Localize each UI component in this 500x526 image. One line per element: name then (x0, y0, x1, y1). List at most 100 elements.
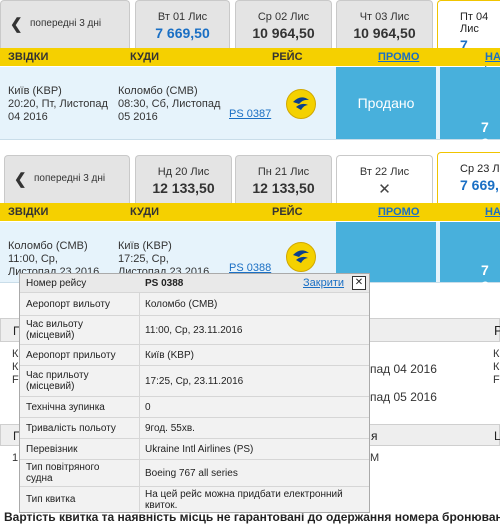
row-value: 0 (145, 402, 151, 413)
departure-city: Київ (KBP) (8, 85, 62, 97)
summary-rows-right: К К F (493, 348, 500, 387)
tab-price: 7 669, (460, 177, 499, 193)
row-letter: К (12, 361, 19, 373)
tab-date: Ср 02 Лис (257, 11, 310, 23)
promo-link[interactable]: ПРОМО (378, 51, 419, 63)
popup-row: Тип квитка На цей рейс можна придбати ел… (20, 486, 369, 513)
popup-title-label: Номер рейсу (26, 278, 87, 289)
row-value: Коломбо (CMB) (145, 299, 218, 310)
inbound-prev-days-button[interactable]: ❮ попередні 3 дні (4, 155, 130, 203)
popup-row: Тривалість польоту 9год. 55хв. (20, 417, 369, 439)
date-tab-nov-20[interactable]: Нд 20 Лис 12 133,50 (135, 155, 232, 203)
row-letter: F (12, 374, 19, 386)
outbound-prev-days-button[interactable]: ❮ попередні 3 дні (0, 0, 130, 48)
row-label: Тип квитка (26, 494, 76, 505)
departure-time: 20:20, Пт, Листопад (8, 98, 108, 110)
row-letter: 1 (12, 452, 19, 464)
popup-row: Час прильоту (місцевий) 17:25, Ср, 23.11… (20, 365, 369, 397)
close-icon[interactable]: ✕ (352, 276, 366, 290)
summary-rows-left: К К F (12, 348, 19, 387)
row-value: На цей рейс можна придбати електронний к… (145, 489, 343, 511)
date-tab-nov-23-selected[interactable]: Ср 23 Л 7 669, (437, 152, 500, 203)
col-flight-header: РЕЙС (272, 206, 303, 218)
fare-price: 7 6 (481, 119, 489, 151)
fare-price: 7 6 (481, 262, 489, 294)
tab-date: Пн 21 Лис (257, 166, 310, 178)
arrival-date: 05 2016 (118, 111, 158, 123)
row-value: 11:00, Ср, 23.11.2016 (145, 325, 243, 336)
col-from-header: ЗВІДКИ (8, 51, 49, 63)
departure-city: Коломбо (CMB) (8, 240, 88, 252)
date-tab-nov-02[interactable]: Ср 02 Лис 10 964,50 (235, 0, 332, 48)
arrival-time: 17:25, Ср, (118, 253, 169, 265)
prev-days-label: попередні 3 дні (34, 173, 106, 184)
tab-price: 12 133,50 (252, 180, 315, 196)
date-tab-nov-01[interactable]: Вт 01 Лис 7 669,50 (135, 0, 230, 48)
promo-link[interactable]: ПРОМО (378, 206, 419, 218)
tab-date: Вт 01 Лис (157, 11, 208, 23)
row-letter: К (493, 348, 500, 360)
airline-logo-icon (286, 242, 316, 272)
col-flight-header: РЕЙС (272, 51, 303, 63)
arrival-time: 08:30, Сб, Листопад (118, 98, 221, 110)
row-label: Тривалість польоту (26, 423, 116, 434)
tab-date: Нд 20 Лис (157, 166, 210, 178)
departure-date: 04 2016 (8, 111, 48, 123)
row-letter: М (370, 452, 380, 464)
popup-flight-number: PS 0388 (145, 278, 184, 289)
arrival-city: Київ (KBP) (118, 240, 172, 252)
popup-row: Перевізник Ukraine Intl Airlines (PS) (20, 438, 369, 460)
summary-col-letter: L (494, 429, 500, 443)
row-label: Перевізник (26, 444, 78, 455)
date-tab-nov-03[interactable]: Чт 03 Лис 10 964,50 (336, 0, 433, 48)
row-label: Технічна зупинка (26, 402, 105, 413)
tab-price: 10 964,50 (252, 25, 315, 41)
row-label: Тип повітряного судна (26, 462, 100, 484)
close-link[interactable]: Закрити (303, 277, 344, 289)
row-letter: К (493, 361, 500, 373)
chevron-left-icon: ❮ (14, 171, 27, 188)
sold-out-cell: Продано (336, 67, 436, 139)
popup-row: Аеропорт прильоту Київ (KBP) (20, 344, 369, 366)
popup-row: Аеропорт вильоту Коломбо (CMB) (20, 292, 369, 316)
outbound-arrival: Коломбо (CMB) 08:30, Сб, Листопад 05 201… (118, 85, 220, 124)
tab-price: 7 669,50 (155, 25, 210, 41)
tab-price: 10 964,50 (353, 25, 416, 41)
tab-date: Чт 03 Лис (359, 11, 410, 23)
tab-date: Вт 22 Лис (359, 166, 410, 178)
extra-header-link[interactable]: НА (485, 206, 500, 218)
date-tab-nov-21[interactable]: Пн 21 Лис 12 133,50 (235, 155, 332, 203)
fare-price-cell[interactable]: 7 6 (440, 67, 500, 151)
row-label: Аеропорт прильоту (26, 350, 116, 361)
outbound-header-bar: ЗВІДКИ КУДИ РЕЙС ПРОМО НА (0, 48, 500, 66)
row-label: Час прильоту (місцевий) (26, 370, 89, 392)
prev-days-label: попередні 3 дні (30, 18, 102, 29)
tab-date: Пт 04 Лис (460, 11, 489, 35)
summary-date: пад 04 2016 (370, 362, 437, 376)
row-label: Аеропорт вильоту (26, 299, 111, 310)
tab-date: Ср 23 Л (460, 163, 500, 175)
row-letter: F (493, 374, 500, 386)
inbound-header-bar: ЗВІДКИ КУДИ РЕЙС ПРОМО НА (0, 203, 500, 221)
row-value: Київ (KBP) (145, 350, 194, 361)
flight-number-link[interactable]: PS 0387 (229, 108, 271, 120)
unavailable-x-icon: ✕ (378, 181, 391, 198)
flight-details-popup: Номер рейсу PS 0388 Закрити ✕ Аеропорт в… (19, 273, 370, 513)
date-tab-nov-04-selected[interactable]: Пт 04 Лис 7 669,5 (437, 0, 500, 69)
date-tab-nov-22-unavailable: Вт 22 Лис ✕ (336, 155, 433, 203)
row-letter: К (12, 348, 19, 360)
departure-time: 11:00, Ср, (8, 253, 58, 265)
popup-row: Технічна зупинка 0 (20, 396, 369, 418)
outbound-departure: Київ (KBP) 20:20, Пт, Листопад 04 2016 (8, 85, 108, 124)
airline-logo-icon (286, 89, 316, 119)
popup-title-bar: Номер рейсу PS 0388 Закрити ✕ (20, 274, 369, 292)
extra-header-link[interactable]: НА (485, 51, 500, 63)
popup-row: Час вильоту (місцевий) 11:00, Ср, 23.11.… (20, 315, 369, 345)
summary-col-letter: я (371, 429, 378, 443)
col-to-header: КУДИ (130, 206, 160, 218)
outbound-flight-row: Київ (KBP) 20:20, Пт, Листопад 04 2016 К… (0, 67, 500, 151)
fare-price-cell[interactable]: 7 6 (440, 222, 500, 294)
col-from-header: ЗВІДКИ (8, 206, 49, 218)
row-value: 17:25, Ср, 23.11.2016 (145, 376, 244, 387)
row-value: 9год. 55хв. (145, 423, 195, 434)
